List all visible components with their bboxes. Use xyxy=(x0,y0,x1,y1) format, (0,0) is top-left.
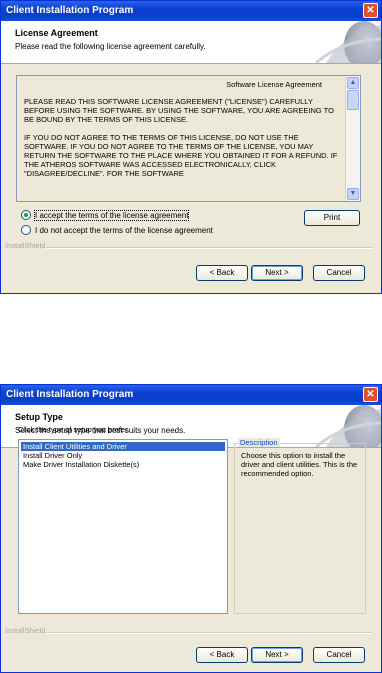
setup-type-window: Client Installation Program ✕ Setup Type… xyxy=(0,384,382,673)
window-title: Client Installation Program xyxy=(6,5,134,16)
next-button[interactable]: Next > xyxy=(251,265,303,281)
next-button[interactable]: Next > xyxy=(251,647,303,663)
page-subtitle: Please read the following license agreem… xyxy=(15,42,206,51)
installshield-brand: InstallShield xyxy=(5,241,46,250)
description-label: Description xyxy=(238,438,280,447)
list-item[interactable]: Make Driver Installation Diskette(s) xyxy=(21,460,225,469)
back-button[interactable]: < Back xyxy=(196,647,248,663)
license-heading: Software License Agreement xyxy=(226,80,322,89)
wireless-logo-graphic xyxy=(286,405,381,447)
window-title: Client Installation Program xyxy=(6,389,134,400)
close-icon[interactable]: ✕ xyxy=(363,3,378,18)
wizard-header: License Agreement Please read the follow… xyxy=(1,21,381,64)
accept-radio-label[interactable]: I accept the terms of the license agreem… xyxy=(33,210,190,221)
license-agreement-window: Client Installation Program ✕ License Ag… xyxy=(0,0,382,294)
wireless-logo-graphic xyxy=(286,21,381,63)
scroll-thumb[interactable] xyxy=(347,90,359,110)
installshield-brand: InstallShield xyxy=(5,626,46,635)
title-bar[interactable]: Client Installation Program ✕ xyxy=(1,385,381,405)
license-paragraph: PLEASE READ THIS SOFTWARE LICENSE AGREEM… xyxy=(24,97,334,124)
description-text: Choose this option to install the driver… xyxy=(241,451,358,478)
vertical-scrollbar[interactable]: ▲ ▼ xyxy=(345,76,360,201)
setup-prompt: Click the type of setup you prefer. xyxy=(18,425,130,434)
print-button[interactable]: Print xyxy=(304,210,360,226)
page-title: License Agreement xyxy=(15,28,98,38)
title-bar[interactable]: Client Installation Program ✕ xyxy=(1,1,381,21)
scroll-down-arrow-icon[interactable]: ▼ xyxy=(347,188,359,200)
license-text-box[interactable]: Software License Agreement PLEASE READ T… xyxy=(16,75,361,202)
close-icon[interactable]: ✕ xyxy=(363,387,378,402)
accept-radio[interactable] xyxy=(21,210,31,220)
divider xyxy=(46,632,373,634)
setup-type-list[interactable]: Install Client Utilities and Driver Inst… xyxy=(18,439,228,614)
cancel-button[interactable]: Cancel xyxy=(313,265,365,281)
page-title: Setup Type xyxy=(15,412,63,422)
decline-radio[interactable] xyxy=(21,225,31,235)
list-item[interactable]: Install Client Utilities and Driver xyxy=(21,442,225,451)
decline-radio-label[interactable]: I do not accept the terms of the license… xyxy=(35,226,213,235)
cancel-button[interactable]: Cancel xyxy=(313,647,365,663)
scroll-up-arrow-icon[interactable]: ▲ xyxy=(347,77,359,89)
license-paragraph: IF YOU DO NOT AGREE TO THE TERMS OF THIS… xyxy=(24,133,338,178)
back-button[interactable]: < Back xyxy=(196,265,248,281)
list-item[interactable]: Install Driver Only xyxy=(21,451,225,460)
divider xyxy=(46,247,373,249)
